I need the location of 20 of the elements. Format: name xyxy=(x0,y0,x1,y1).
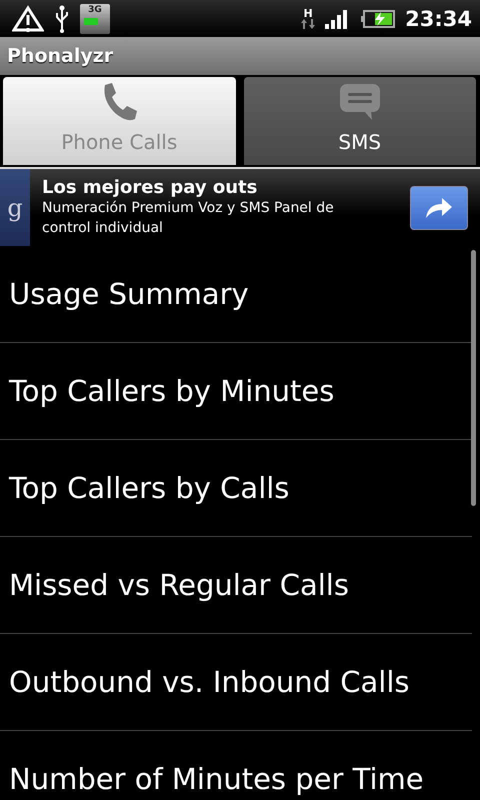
clock-time: 23:34 xyxy=(405,6,472,30)
tab[interactable]: SMS xyxy=(244,77,476,165)
battery-icon xyxy=(361,10,396,28)
network-badge: 3G xyxy=(80,4,110,34)
menu-item[interactable]: Usage Summary xyxy=(9,277,249,311)
curved-arrow-icon xyxy=(424,196,454,220)
warning-icon xyxy=(12,4,44,32)
share-button[interactable] xyxy=(410,186,468,230)
menu-item[interactable]: Top Callers by Minutes xyxy=(9,374,334,408)
arrows-icon xyxy=(301,19,316,29)
data-indicator: H xyxy=(301,8,316,29)
menu-item[interactable]: Missed vs Regular Calls xyxy=(9,568,349,602)
ad-logo: g xyxy=(0,169,30,246)
app-title-bar: Phonalyzr xyxy=(0,37,480,75)
ad-text: Numeración Premium Voz y SMS Panel de control individual xyxy=(42,199,335,238)
ad-headline: Los mejores pay outs xyxy=(42,177,258,198)
usb-icon xyxy=(54,4,70,32)
menu-item[interactable]: Top Callers by Calls xyxy=(9,471,290,505)
menu-item[interactable]: Outbound vs. Inbound Calls xyxy=(9,665,410,699)
menu-item[interactable]: Number of Minutes per Time xyxy=(9,762,424,796)
